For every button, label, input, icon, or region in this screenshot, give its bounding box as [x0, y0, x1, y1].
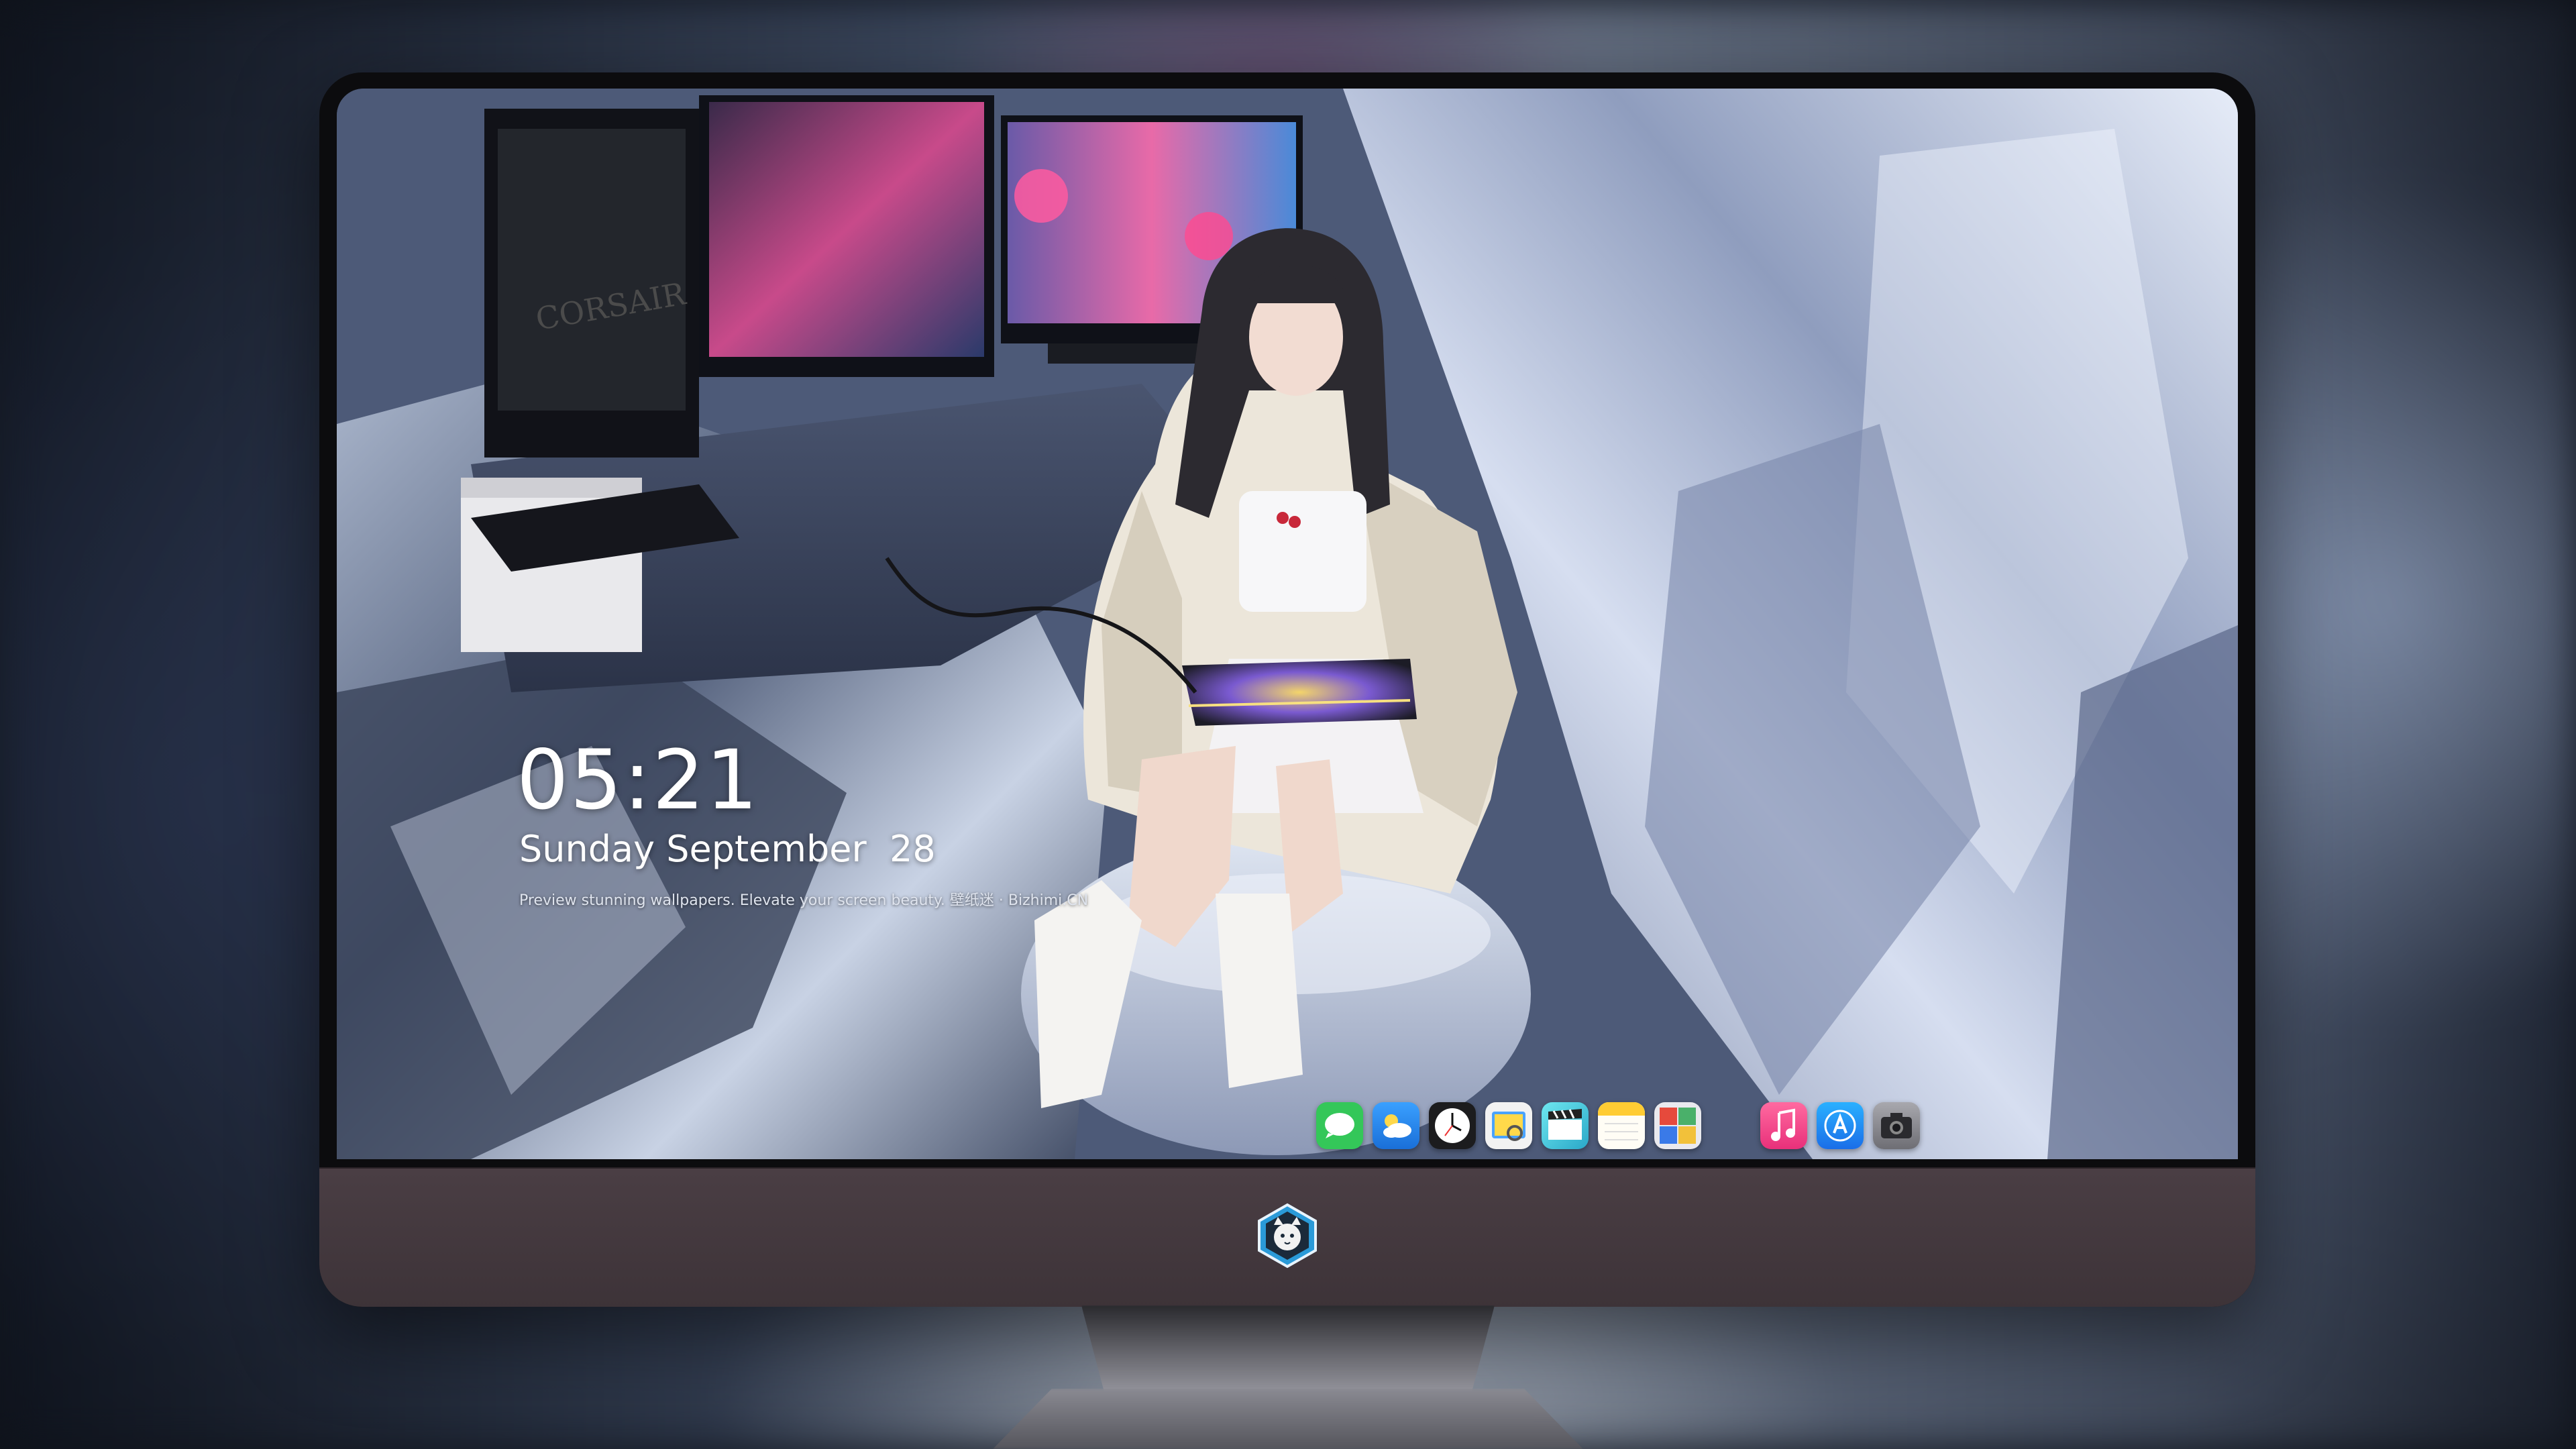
final-cut-icon[interactable]: [1542, 1102, 1589, 1149]
messages-icon[interactable]: [1316, 1102, 1363, 1149]
monitor-frame: CORSAIR 05:21 Sunday September 28 Previe…: [319, 72, 2255, 1307]
desktop-stage: CORSAIR 05:21 Sunday September 28 Previe…: [0, 0, 2576, 1449]
camera-icon[interactable]: [1873, 1102, 1920, 1149]
lock-screen-date: Sunday September 28: [519, 828, 936, 870]
notes-icon[interactable]: [1598, 1102, 1645, 1149]
monitor-stand-neck: [1081, 1305, 1495, 1399]
monitor-screen: CORSAIR 05:21 Sunday September 28 Previe…: [337, 89, 2238, 1159]
dock: [1305, 1092, 1943, 1159]
wallpaper-image: CORSAIR: [337, 89, 2238, 1159]
lock-screen-caption: Preview stunning wallpapers. Elevate you…: [519, 892, 1089, 909]
weather-icon[interactable]: [1373, 1102, 1419, 1149]
music-icon[interactable]: [1760, 1102, 1807, 1149]
clock-icon[interactable]: [1429, 1102, 1476, 1149]
preview-icon[interactable]: [1485, 1102, 1532, 1149]
cat-mascot-logo: [1258, 1203, 1317, 1269]
app-store-icon[interactable]: [1817, 1102, 1864, 1149]
lock-screen-clock: 05:21: [517, 733, 759, 828]
monitor-stand-base: [993, 1389, 1583, 1449]
photo-booth-icon[interactable]: [1654, 1102, 1701, 1149]
